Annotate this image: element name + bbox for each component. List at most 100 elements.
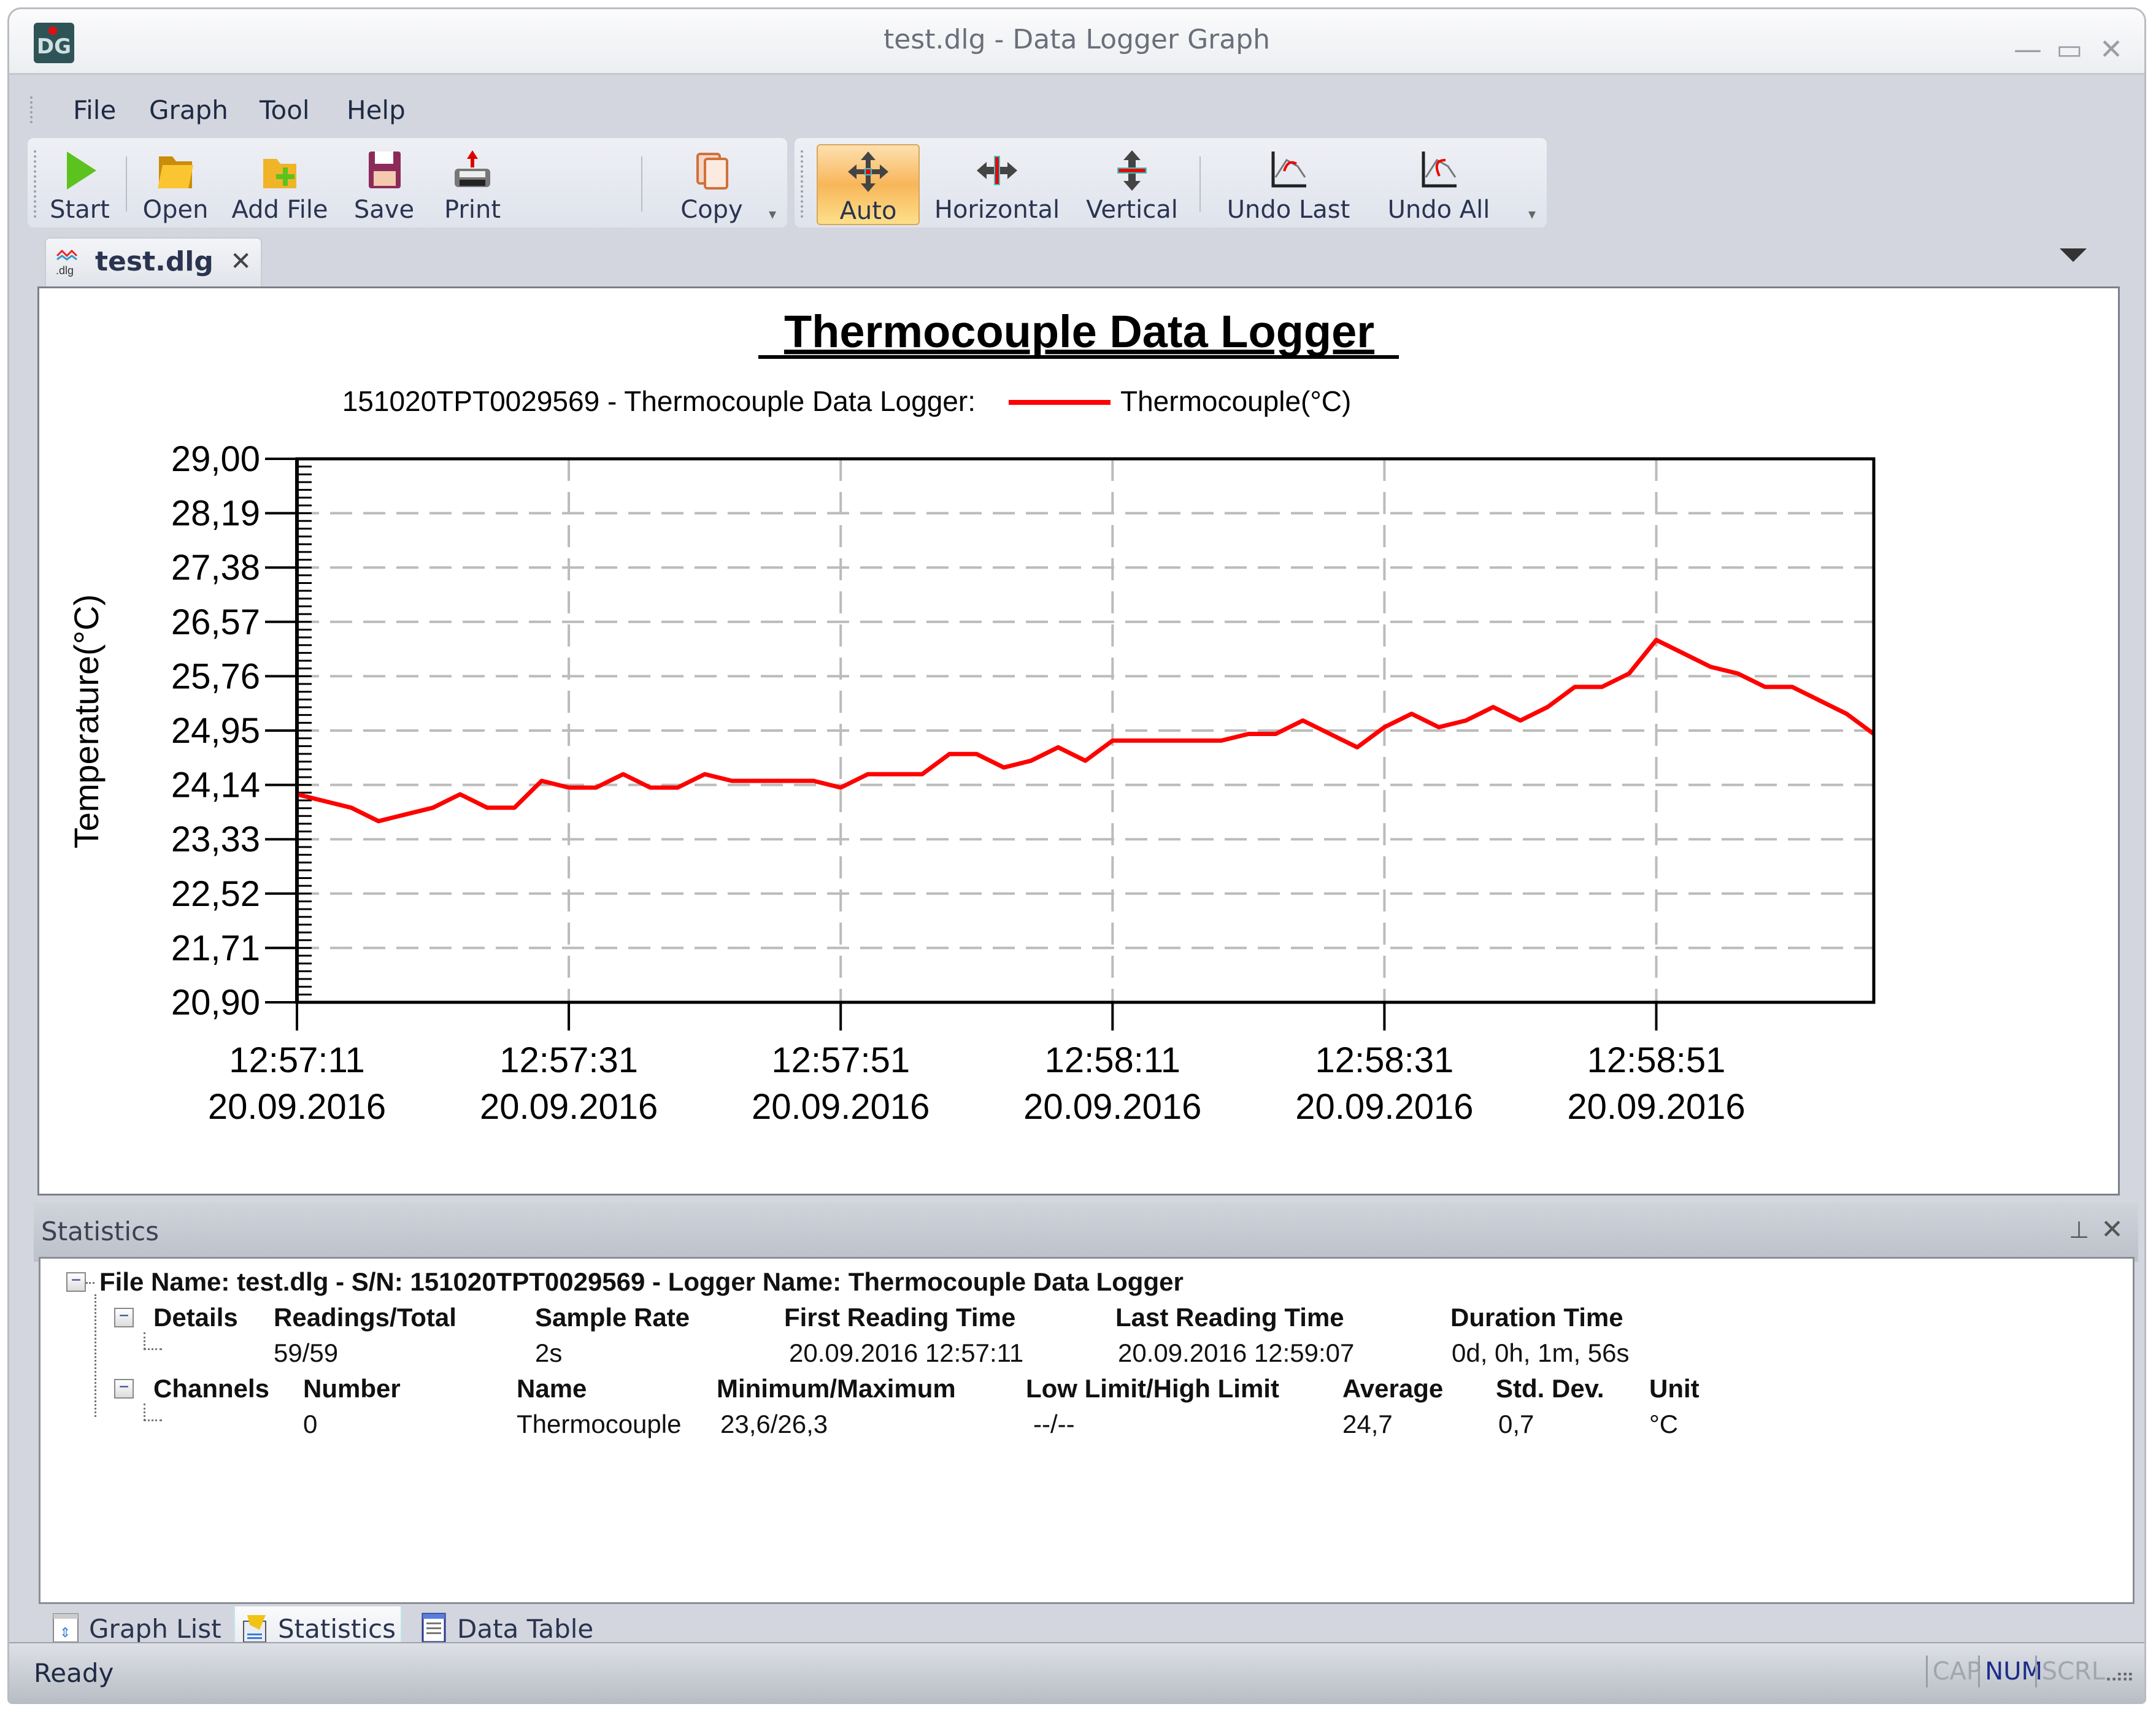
line-chart[interactable]: Thermocouple Data Logger 151020TPT002956…	[39, 288, 2118, 1194]
details-header: Sample Rate	[535, 1303, 690, 1332]
y-tick-label: 25,76	[171, 656, 260, 696]
pin-icon[interactable]: ⊥	[2069, 1216, 2089, 1243]
statistics-tree: − File Name: test.dlg - S/N: 151020TPT00…	[39, 1257, 2135, 1604]
data-point	[785, 780, 788, 783]
data-point	[486, 806, 489, 809]
move-all-icon	[847, 150, 890, 193]
data-point	[839, 786, 842, 789]
data-point	[1818, 699, 1821, 702]
data-point	[1736, 672, 1739, 675]
data-point	[1247, 732, 1250, 735]
data-point	[513, 806, 516, 809]
details-value: 0d, 0h, 1m, 56s	[1452, 1338, 1630, 1367]
toolbar-grip[interactable]	[34, 150, 40, 218]
open-button[interactable]: Open	[136, 144, 215, 224]
menu-grip[interactable]	[30, 96, 36, 123]
x-tick-time-label: 12:58:31	[1315, 1040, 1454, 1080]
vertical-button[interactable]: Vertical	[1077, 144, 1187, 224]
svg-text:⇕: ⇕	[60, 1625, 71, 1640]
details-value: 59/59	[274, 1338, 339, 1367]
details-header: Duration Time	[1450, 1303, 1623, 1332]
y-tick-label: 24,14	[171, 766, 260, 805]
copy-button[interactable]: Copy	[672, 144, 752, 224]
close-panel-icon[interactable]: ✕	[2101, 1214, 2123, 1245]
toolbar-overflow-button[interactable]: ▾	[769, 205, 776, 223]
graph-list-icon: ⇕	[52, 1613, 82, 1645]
tree-connector	[94, 1294, 96, 1417]
menu-file[interactable]: File	[73, 95, 116, 125]
start-button[interactable]: Start	[46, 144, 114, 224]
data-point	[323, 799, 326, 802]
data-point	[1600, 685, 1603, 688]
channel-value: --/--	[1033, 1410, 1075, 1438]
data-point	[1111, 739, 1114, 742]
close-window-button[interactable]: ✕	[2093, 34, 2130, 64]
x-tick-time-label: 12:57:11	[229, 1040, 364, 1080]
tab-list-dropdown-icon[interactable]	[2060, 248, 2087, 262]
undo-last-button[interactable]: Undo Last	[1218, 144, 1359, 224]
menu-graph[interactable]: Graph	[149, 95, 228, 125]
svg-text:.dlg: .dlg	[56, 264, 74, 277]
data-point	[1709, 666, 1712, 669]
toolbar-grip[interactable]	[801, 150, 807, 218]
x-tick-time-label: 12:58:11	[1045, 1040, 1180, 1080]
close-tab-icon[interactable]: ✕	[230, 246, 252, 276]
data-point	[1465, 719, 1468, 722]
data-point	[1138, 739, 1141, 742]
x-tick-date-label: 20.09.2016	[1023, 1087, 1201, 1127]
channel-value: 24,7	[1342, 1410, 1393, 1438]
data-point	[893, 773, 896, 776]
add-file-button[interactable]: Add File	[221, 144, 338, 224]
statistics-panel-title: Statistics	[41, 1216, 159, 1246]
minimize-button[interactable]: —	[2009, 34, 2046, 64]
menu-tool[interactable]: Tool	[260, 95, 310, 125]
collapse-details-icon[interactable]: −	[114, 1307, 134, 1327]
document-tabstrip: .dlg test.dlg ✕	[34, 237, 2095, 286]
data-point	[1492, 705, 1495, 708]
channels-header: Low Limit/High Limit	[1026, 1374, 1279, 1403]
file-toolbar: Start Open Add File Save Print Copy ▾	[28, 138, 787, 228]
data-point	[676, 786, 679, 789]
toolbar-overflow-button[interactable]: ▾	[1528, 205, 1536, 223]
statistics-icon	[241, 1613, 271, 1645]
menu-help[interactable]: Help	[347, 95, 406, 125]
x-tick-date-label: 20.09.2016	[480, 1087, 658, 1127]
collapse-channels-icon[interactable]: −	[114, 1378, 134, 1399]
undo-all-button[interactable]: Undo All	[1371, 144, 1506, 224]
horizontal-button[interactable]: Horizontal	[930, 144, 1065, 224]
data-point	[703, 773, 706, 776]
tree-connector	[144, 1419, 162, 1421]
auto-button[interactable]: Auto	[817, 144, 920, 225]
y-tick-label: 20,90	[171, 983, 260, 1023]
statistics-panel-header: Statistics ⊥ ✕	[34, 1203, 2138, 1262]
graph-panel: Thermocouple Data Logger 151020TPT002956…	[37, 286, 2120, 1196]
undo-last-icon	[1267, 149, 1310, 192]
maximize-button[interactable]: ▭	[2051, 34, 2088, 64]
details-value: 20.09.2016 12:59:07	[1118, 1338, 1355, 1367]
zoom-toolbar: Auto Horizontal Vertical Undo Last Undo …	[795, 138, 1547, 228]
data-point	[540, 780, 543, 783]
chart-title: Thermocouple Data Logger	[784, 306, 1374, 357]
data-point	[1356, 746, 1359, 749]
channels-label: Channels	[153, 1374, 270, 1403]
resize-grip-icon[interactable]: ⠠⠴⠶	[2099, 1665, 2135, 1687]
details-header: First Reading Time	[784, 1303, 1016, 1332]
data-point	[568, 786, 571, 789]
data-point	[1628, 672, 1631, 675]
print-button[interactable]: Print	[433, 144, 512, 224]
tree-connector	[144, 1332, 145, 1349]
channels-header: Std. Dev.	[1496, 1374, 1604, 1403]
data-point	[975, 753, 978, 756]
folder-add-icon	[258, 149, 301, 192]
data-point	[1546, 705, 1549, 708]
channel-value: 0,7	[1498, 1410, 1534, 1438]
document-tab[interactable]: .dlg test.dlg ✕	[45, 237, 262, 286]
collapse-file-icon[interactable]: −	[66, 1272, 86, 1292]
data-point	[1003, 766, 1006, 769]
channel-value: 23,6/26,3	[720, 1410, 828, 1438]
save-button[interactable]: Save	[344, 144, 424, 224]
data-point	[1057, 746, 1060, 749]
data-point	[1328, 732, 1331, 735]
file-info-line: File Name: test.dlg - S/N: 151020TPT0029…	[99, 1267, 1184, 1296]
x-tick-date-label: 20.09.2016	[752, 1087, 930, 1127]
